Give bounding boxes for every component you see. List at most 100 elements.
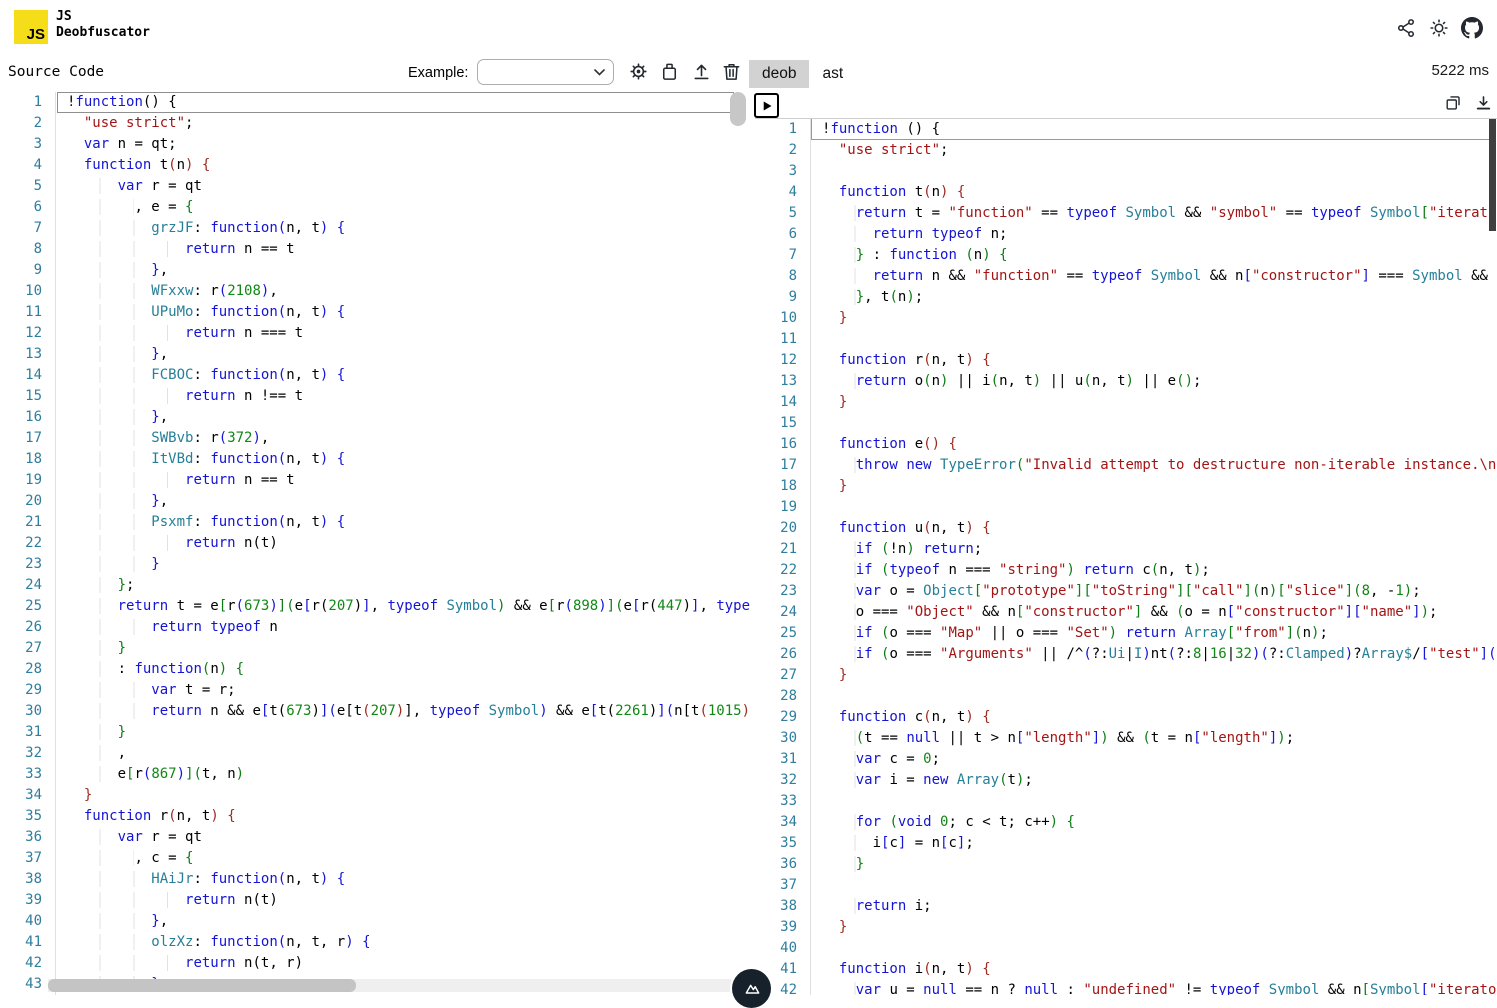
line-number[interactable]: 23 (0, 554, 56, 575)
code-line[interactable]: 18 ItVBd: function(n, t) { (0, 449, 750, 470)
line-number[interactable]: 3 (0, 134, 56, 155)
line-number[interactable]: 7 (0, 218, 56, 239)
code-line[interactable]: 37 , c = { (0, 848, 750, 869)
line-number[interactable]: 22 (0, 533, 56, 554)
code-line[interactable]: 24 o === "Object" && n["constructor"] &&… (755, 602, 1497, 623)
line-number[interactable]: 28 (0, 659, 56, 680)
line-number[interactable]: 33 (755, 791, 811, 812)
code-line[interactable]: 28 (755, 686, 1497, 707)
example-select[interactable] (477, 59, 614, 85)
line-number[interactable]: 5 (0, 176, 56, 197)
line-number[interactable]: 16 (0, 407, 56, 428)
line-number[interactable]: 4 (0, 155, 56, 176)
tab-ast[interactable]: ast (809, 60, 856, 88)
code-line[interactable]: 32 var i = new Array(t); (755, 770, 1497, 791)
code-line[interactable]: 24 }; (0, 575, 750, 596)
code-line[interactable]: 1!function () { (755, 119, 1497, 140)
options-button[interactable] (627, 60, 650, 83)
line-number[interactable]: 42 (0, 953, 56, 974)
code-line[interactable]: 29 var t = r; (0, 680, 750, 701)
download-button[interactable] (1473, 93, 1494, 114)
code-line[interactable]: 6 , e = { (0, 197, 750, 218)
line-number[interactable]: 9 (755, 287, 811, 308)
line-number[interactable]: 39 (755, 917, 811, 938)
line-number[interactable]: 28 (755, 686, 811, 707)
code-line[interactable]: 10 } (755, 308, 1497, 329)
code-line[interactable]: 22 return n(t) (0, 533, 750, 554)
line-number[interactable]: 20 (755, 518, 811, 539)
theme-toggle-button[interactable] (1428, 17, 1450, 39)
code-line[interactable]: 42 return n(t, r) (0, 953, 750, 974)
output-vertical-scrollbar[interactable] (1489, 119, 1496, 231)
line-number[interactable]: 14 (755, 392, 811, 413)
line-number[interactable]: 35 (0, 806, 56, 827)
line-number[interactable]: 32 (0, 743, 56, 764)
code-line[interactable]: 7 } : function (n) { (755, 245, 1497, 266)
line-number[interactable]: 6 (755, 224, 811, 245)
line-number[interactable]: 12 (0, 323, 56, 344)
code-line[interactable]: 25 if (o === "Map" || o === "Set") retur… (755, 623, 1497, 644)
code-line[interactable]: 2 "use strict"; (0, 113, 750, 134)
code-line[interactable]: 23 var o = Object["prototype"]["toString… (755, 581, 1497, 602)
code-line[interactable]: 26 if (o === "Arguments" || /^(?:Ui|I)nt… (755, 644, 1497, 665)
code-line[interactable]: 5 return t = "function" == typeof Symbol… (755, 203, 1497, 224)
line-number[interactable]: 39 (0, 890, 56, 911)
line-number[interactable]: 10 (0, 281, 56, 302)
source-vertical-scrollbar[interactable] (730, 92, 746, 126)
paste-button[interactable] (658, 60, 681, 83)
line-number[interactable]: 29 (0, 680, 56, 701)
line-number[interactable]: 25 (755, 623, 811, 644)
line-number[interactable]: 34 (755, 812, 811, 833)
code-line[interactable]: 15 return n !== t (0, 386, 750, 407)
code-line[interactable]: 6 return typeof n; (755, 224, 1497, 245)
code-line[interactable]: 37 (755, 875, 1497, 896)
line-number[interactable]: 24 (755, 602, 811, 623)
code-line[interactable]: 42 var u = null == n ? null : "undefined… (755, 980, 1497, 995)
code-line[interactable]: 40 }, (0, 911, 750, 932)
code-line[interactable]: 8 return n == t (0, 239, 750, 260)
line-number[interactable]: 16 (755, 434, 811, 455)
line-number[interactable]: 3 (755, 161, 811, 182)
clear-button[interactable] (720, 60, 743, 83)
line-number[interactable]: 31 (755, 749, 811, 770)
upload-button[interactable] (690, 60, 713, 83)
code-line[interactable]: 23 } (0, 554, 750, 575)
line-number[interactable]: 13 (0, 344, 56, 365)
line-number[interactable]: 22 (755, 560, 811, 581)
line-number[interactable]: 10 (755, 308, 811, 329)
code-line[interactable]: 25 return t = e[r(673)](e[r(207)], typeo… (0, 596, 750, 617)
code-line[interactable]: 13 return o(n) || i(n, t) || u(n, t) || … (755, 371, 1497, 392)
code-line[interactable]: 41 function i(n, t) { (755, 959, 1497, 980)
line-number[interactable]: 15 (755, 413, 811, 434)
code-line[interactable]: 38 return i; (755, 896, 1497, 917)
line-number[interactable]: 27 (755, 665, 811, 686)
code-line[interactable]: 40 (755, 938, 1497, 959)
line-number[interactable]: 4 (755, 182, 811, 203)
line-number[interactable]: 29 (755, 707, 811, 728)
code-line[interactable]: 30 (t == null || t > n["length"]) && (t … (755, 728, 1497, 749)
line-number[interactable]: 7 (755, 245, 811, 266)
code-line[interactable]: 27 } (0, 638, 750, 659)
code-line[interactable]: 20 }, (0, 491, 750, 512)
code-line[interactable]: 39 } (755, 917, 1497, 938)
source-horizontal-scrollbar[interactable] (48, 979, 356, 992)
code-line[interactable]: 36 var r = qt (0, 827, 750, 848)
line-number[interactable]: 35 (755, 833, 811, 854)
code-line[interactable]: 34 for (void 0; c < t; c++) { (755, 812, 1497, 833)
code-line[interactable]: 9 }, t(n); (755, 287, 1497, 308)
line-number[interactable]: 26 (0, 617, 56, 638)
code-line[interactable]: 14 FCBOC: function(n, t) { (0, 365, 750, 386)
code-line[interactable]: 31 var c = 0; (755, 749, 1497, 770)
line-number[interactable]: 21 (755, 539, 811, 560)
line-number[interactable]: 26 (755, 644, 811, 665)
code-line[interactable]: 3 (755, 161, 1497, 182)
code-line[interactable]: 41 olzXz: function(n, t, r) { (0, 932, 750, 953)
line-number[interactable]: 11 (0, 302, 56, 323)
line-number[interactable]: 1 (755, 119, 811, 140)
code-line[interactable]: 14 } (755, 392, 1497, 413)
line-number[interactable]: 18 (755, 476, 811, 497)
line-number[interactable]: 19 (755, 497, 811, 518)
code-line[interactable]: 5 var r = qt (0, 176, 750, 197)
code-line[interactable]: 15 (755, 413, 1497, 434)
code-line[interactable]: 19 (755, 497, 1497, 518)
